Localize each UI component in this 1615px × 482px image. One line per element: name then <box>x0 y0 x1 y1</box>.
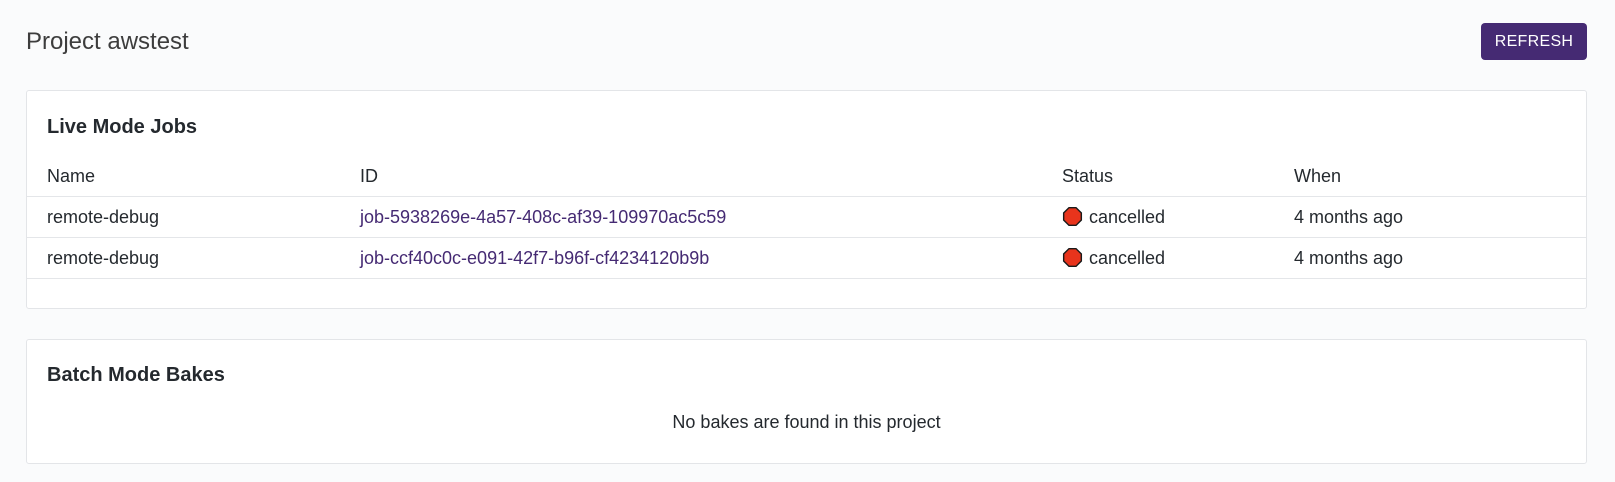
column-header-name: Name <box>47 166 96 186</box>
jobs-table: Name ID Status When remote-debug job-593… <box>27 163 1586 279</box>
column-header-when: When <box>1294 166 1342 186</box>
batch-mode-bakes-card: Batch Mode Bakes No bakes are found in t… <box>26 339 1587 464</box>
jobs-table-header: Name ID Status When <box>27 163 1586 197</box>
table-row: remote-debug job-ccf40c0c-e091-42f7-b96f… <box>27 238 1586 279</box>
live-mode-jobs-card: Live Mode Jobs Name ID Status When remot… <box>26 90 1587 309</box>
job-status-label: cancelled <box>1089 248 1166 268</box>
job-when: 4 months ago <box>1294 248 1404 268</box>
table-row: remote-debug job-5938269e-4a57-408c-af39… <box>27 197 1586 238</box>
stop-icon <box>1062 206 1083 227</box>
job-name: remote-debug <box>47 207 160 227</box>
page-title: Project awstest <box>26 28 189 55</box>
column-header-id: ID <box>360 166 378 186</box>
job-id-link[interactable]: job-5938269e-4a57-408c-af39-109970ac5c59 <box>360 207 726 228</box>
stop-icon <box>1062 247 1083 268</box>
refresh-button[interactable]: REFRESH <box>1481 23 1587 60</box>
batch-mode-bakes-title: Batch Mode Bakes <box>47 364 225 386</box>
job-status-label: cancelled <box>1089 207 1166 227</box>
empty-state-message: No bakes are found in this project <box>672 412 941 432</box>
job-id-link[interactable]: job-ccf40c0c-e091-42f7-b96f-cf4234120b9b <box>360 248 709 269</box>
job-when: 4 months ago <box>1294 207 1404 227</box>
project-page: Project awstest REFRESH Live Mode Jobs N… <box>0 0 1615 482</box>
page-header: Project awstest REFRESH <box>26 23 1587 60</box>
job-name: remote-debug <box>47 248 160 268</box>
live-mode-jobs-title: Live Mode Jobs <box>47 116 198 138</box>
column-header-status: Status <box>1062 166 1114 186</box>
